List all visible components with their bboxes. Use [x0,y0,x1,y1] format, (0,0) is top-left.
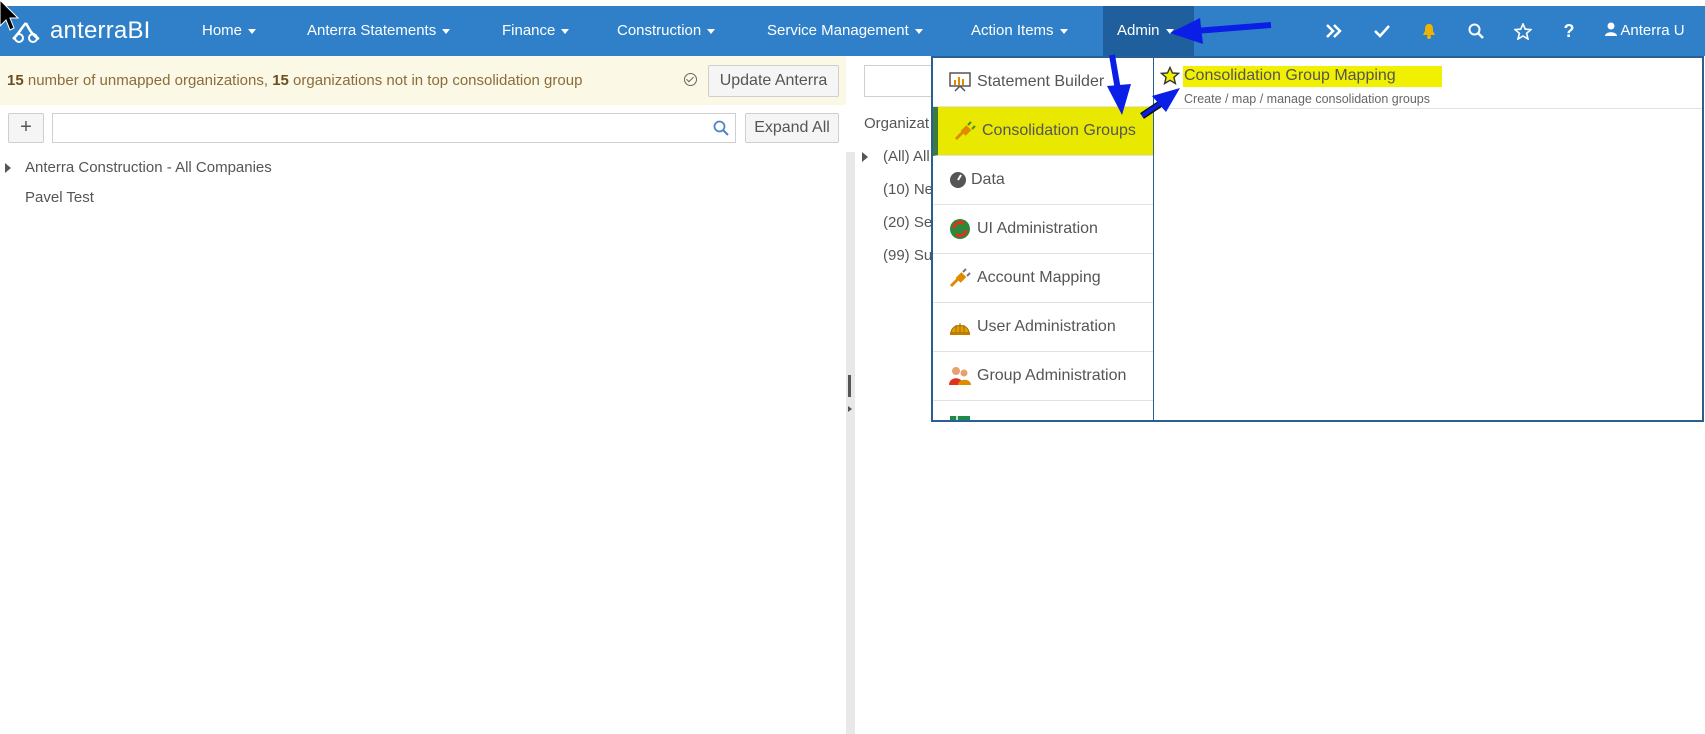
menu-item-label: User Administration [977,318,1116,335]
tree-item-pavel-test[interactable]: Pavel Test [25,189,94,206]
question-icon[interactable]: ? [1549,6,1589,56]
nav-action-items-label: Action Items [971,22,1054,39]
unmapped-text: number of unmapped organizations, [23,72,273,89]
nav-admin[interactable]: Admin [1103,6,1194,56]
chart-board-icon [949,72,971,92]
splitter-grip-icon[interactable] [848,375,851,397]
caret-down-icon [1059,28,1068,34]
check-icon[interactable] [1362,6,1402,56]
anterra-logo-icon [12,22,40,43]
menu-item-statement-builder[interactable]: Statement Builder [933,58,1153,107]
menu-item-user-administration[interactable]: User Administration [933,303,1153,352]
unmapped-count: 15 [7,72,24,89]
brand-logo[interactable]: anterraBI [10,6,151,56]
add-button[interactable]: + [8,113,44,143]
users-icon [949,367,971,385]
nav-service-management[interactable]: Service Management [753,6,937,56]
caret-down-icon [1165,28,1174,34]
user-name: Anterra U [1620,22,1685,39]
menu-item-label: Group Administration [977,367,1127,384]
alert-message: 15 number of unmapped organizations, 15 … [7,56,582,105]
admin-dropdown-menu: Statement Builder Consolidation Groups D… [931,56,1704,422]
nav-finance-label: Finance [502,22,556,39]
search-icon[interactable] [713,120,729,136]
caret-down-icon [561,28,570,34]
menu-item-label: Statement Builder [977,73,1105,90]
plug-icon [949,268,971,288]
menu-item-account-mapping[interactable]: Account Mapping [933,254,1153,303]
menu-item-group-administration[interactable]: Group Administration [933,352,1153,401]
tree-item-anterra-construction[interactable]: Anterra Construction - All Companies [25,159,272,176]
hardhat-icon [950,323,970,335]
nav-construction[interactable]: Construction [603,6,729,56]
favorite-star-icon[interactable] [1160,66,1180,86]
admin-menu-list: Statement Builder Consolidation Groups D… [933,58,1154,420]
check-circle-icon [684,73,697,86]
nav-home-label: Home [202,22,243,39]
caret-down-icon [914,28,923,34]
org-item[interactable]: (99) Su [883,247,932,264]
star-icon[interactable] [1503,6,1543,56]
submenu-description: Create / map / manage consolidation grou… [1184,92,1430,106]
org-item[interactable]: (All) All [883,148,930,165]
bell-icon[interactable] [1409,6,1449,56]
caret-down-icon [442,28,451,34]
submenu-item-consolidation-group-mapping[interactable]: Consolidation Group Mapping Create / map… [1154,58,1702,109]
admin-submenu-panel: Consolidation Group Mapping Create / map… [1154,58,1702,420]
caret-down-icon [248,28,257,34]
org-item[interactable]: (10) Ne [883,181,933,198]
nav-finance[interactable]: Finance [488,6,583,56]
menu-item-data[interactable]: Data [933,156,1153,205]
right-pane-header: Organizat [864,115,930,132]
splitter-arrow-icon [848,406,852,412]
nav-home[interactable]: Home [188,6,270,56]
nav-anterra-statements-label: Anterra Statements [307,22,437,39]
pane-splitter[interactable] [846,152,855,734]
brand-name: anterraBI [50,17,151,44]
update-anterra-button[interactable]: Update Anterra [708,65,839,97]
expand-all-button[interactable]: Expand All [745,113,839,143]
refresh-arrows-icon [950,219,970,239]
gauge-icon [950,172,966,188]
menu-item-label: UI Administration [977,220,1098,237]
menu-item-label: Data [971,171,1005,188]
nav-service-management-label: Service Management [767,22,909,39]
user-icon [1605,22,1617,36]
user-menu[interactable]: Anterra U [1605,6,1685,56]
top-navbar: anterraBI Home Anterra Statements Financ… [0,6,1705,56]
double-chevron-right-icon[interactable] [1314,6,1354,56]
nav-anterra-statements[interactable]: Anterra Statements [293,6,464,56]
menu-item-consolidation-groups[interactable]: Consolidation Groups [933,107,1153,156]
tree-search-input[interactable] [52,113,736,143]
submenu-title[interactable]: Consolidation Group Mapping [1183,66,1442,87]
org-item[interactable]: (20) Se [883,214,932,231]
expand-triangle-icon[interactable] [862,152,868,162]
search-icon[interactable] [1456,6,1496,56]
expand-triangle-icon[interactable] [5,163,11,173]
menu-item-more[interactable] [933,401,1153,420]
nav-admin-label: Admin [1117,22,1160,39]
menu-item-label: Consolidation Groups [982,122,1136,139]
not-top-count: 15 [272,72,289,89]
nav-action-items[interactable]: Action Items [957,6,1082,56]
nav-construction-label: Construction [617,22,702,39]
not-top-text: organizations not in top consolidation g… [288,72,583,89]
spreadsheet-icon [950,416,970,420]
menu-item-label: Account Mapping [977,269,1101,286]
plug-icon [954,121,976,141]
caret-down-icon [707,28,716,34]
menu-item-ui-administration[interactable]: UI Administration [933,205,1153,254]
